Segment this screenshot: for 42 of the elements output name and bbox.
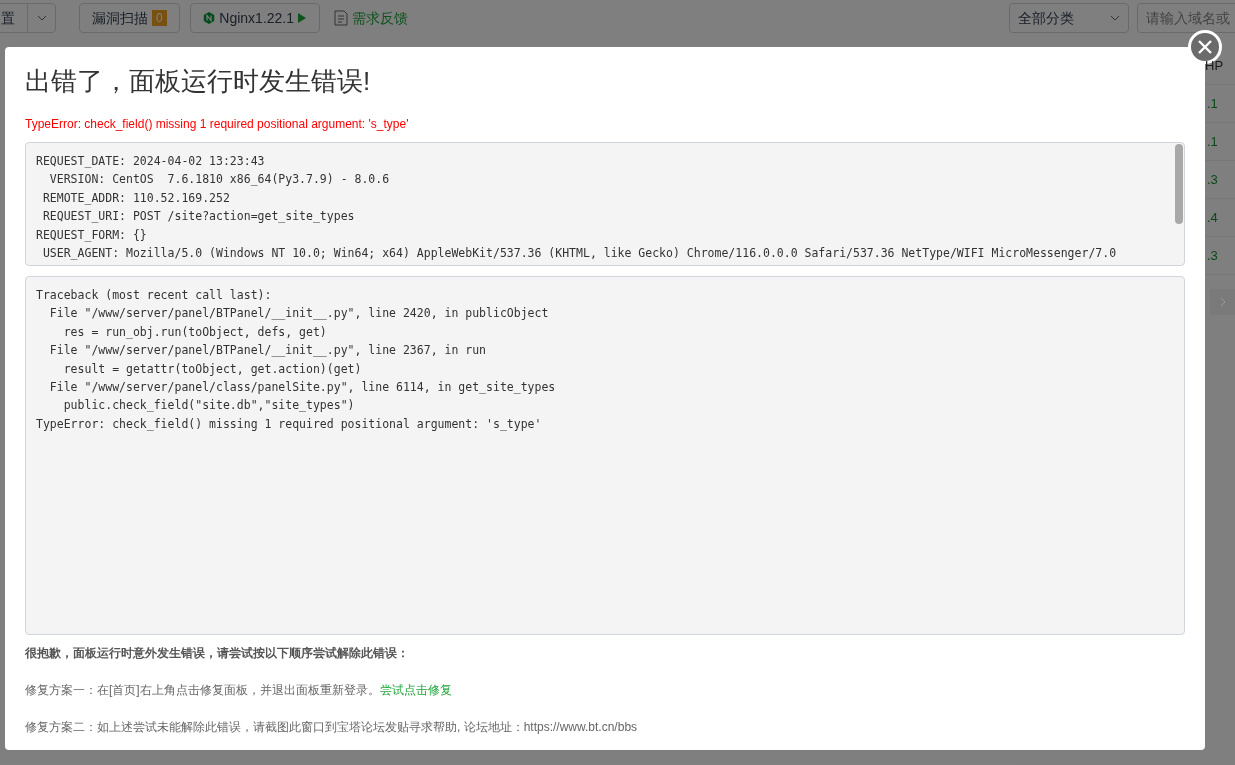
code-line: VERSION: CentOS 7.6.1810 x86_64(Py3.7.9) - 8.0.6 — [48, 171, 391, 189]
caret-icon — [36, 15, 47, 21]
code-line: File "/www/server/panel/class/panelSite.py", line 6114, in get_site_types — [48, 379, 557, 397]
table-cell: .3 — [1205, 237, 1235, 275]
table-cell: .1 — [1205, 85, 1235, 123]
code-line: File "/www/server/panel/BTPanel/__init__.py", line 2367, in run — [48, 342, 488, 360]
fix-two-text: 修复方案二：如上述尝试未能解除此错误，请截图此窗口到宝塔论坛发贴寻求帮助, 论坛地址：https://www.bt.cn/bbs — [25, 719, 639, 736]
count-badge: 0 — [152, 10, 167, 26]
code-line: REQUEST_DATE: 2024-04-02 13:23:43 — [36, 153, 266, 170]
repair-link[interactable]: 尝试点击修复 — [379, 683, 452, 697]
document-icon — [333, 10, 348, 26]
category-select[interactable]: 全部分类 — [1009, 3, 1129, 33]
next-page-button[interactable] — [1210, 289, 1235, 315]
feedback-link[interactable]: 需求反馈 — [333, 7, 408, 29]
search-field[interactable]: 请输入域名或 — [1137, 3, 1235, 33]
chevron-icon — [1219, 297, 1226, 307]
code-line: REQUEST_FORM: {} — [36, 226, 148, 244]
code-line: USER_AGENT: Mozilla/5.0 (Windows NT 10.0; Win64; x64) AppleWebKit/537.36 (KHTML, like Gecko) Chrome/116.0.0.0 Safari/537.36 NetType/WIFI MicroMessenger/7.0 — [41, 245, 1118, 263]
close-icon — [1198, 40, 1212, 54]
scrollbar-thumb[interactable] — [1175, 144, 1183, 224]
play-icon — [298, 13, 307, 23]
error-message: TypeError: check_field() missing 1 required positional argument: 's_type' — [25, 116, 410, 132]
caret-icon — [1110, 15, 1120, 21]
table-cell: .4 — [1205, 199, 1235, 237]
code-line: REMOTE_ADDR: 110.52.169.252 — [41, 189, 231, 207]
code-line: Traceback (most recent call last): — [36, 287, 273, 304]
apology-text: 很抱歉，面板运行时意外发生错误，请尝试按以下顺序尝试解除此错误： — [25, 645, 410, 662]
code-line: File "/www/server/panel/BTPanel/__init__.py", line 2420, in publicObject — [48, 305, 550, 323]
table-cell: .1 — [1205, 123, 1235, 161]
hexagon-icon — [203, 12, 216, 24]
code-line: result = getattr(toObject, get.action)(get) — [62, 360, 363, 378]
dialog-title: 出错了，面板运行时发生错误! — [25, 65, 372, 97]
table-cell: .3 — [1205, 161, 1235, 199]
code-line: res = run_obj.run(toObject, defs, get) — [62, 323, 328, 341]
scan-button[interactable]: 漏洞扫描 0 — [79, 3, 180, 33]
server-button[interactable]: Nginx1.22.1 — [189, 3, 320, 33]
code-line: TypeError: check_field() missing 1 required positional argument: 's_type' — [36, 415, 543, 433]
code-line: REQUEST_URI: POST /site?action=get_site_types — [41, 208, 356, 226]
settings-button[interactable]: 置 — [0, 3, 56, 33]
code-line: public.check_field("site.db","site_types") — [62, 397, 356, 415]
column-header: HP — [1205, 47, 1235, 85]
fix-one-text: 修复方案一：在[首页]右上角点击修复面板，并退出面板重新登录。尝试点击修复 — [25, 682, 453, 699]
